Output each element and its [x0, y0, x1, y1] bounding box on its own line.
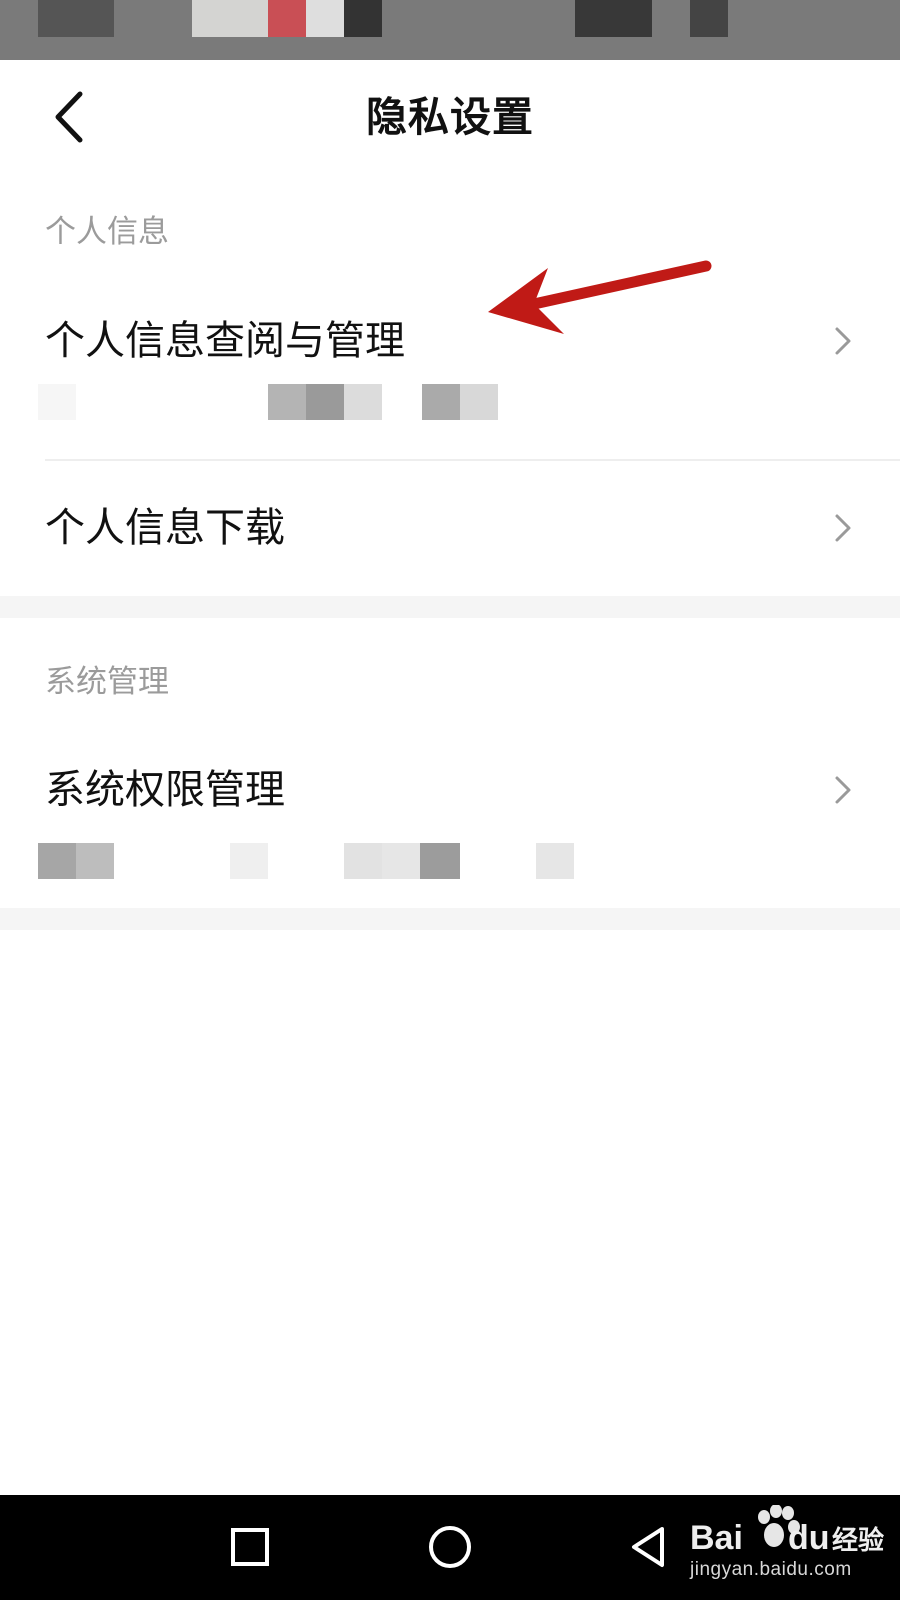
- redacted-block: [306, 384, 344, 420]
- home-button[interactable]: [420, 1517, 480, 1577]
- chevron-right-icon: [835, 776, 851, 804]
- redacted-block: [536, 843, 574, 879]
- chevron-right-icon: [835, 327, 851, 355]
- section-gap: [0, 908, 900, 930]
- redacted-block: [344, 384, 382, 420]
- watermark-url: jingyan.baidu.com: [690, 1559, 852, 1580]
- redacted-block: [38, 384, 76, 420]
- row-label: 个人信息查阅与管理: [45, 318, 405, 364]
- section-gap: [0, 596, 900, 618]
- status-blur-block: [38, 0, 114, 37]
- row-personal-info-view-manage[interactable]: 个人信息查阅与管理: [0, 290, 900, 460]
- section-label-personal-info: 个人信息: [45, 214, 169, 250]
- redacted-block: [382, 843, 420, 879]
- home-circle-icon: [429, 1526, 471, 1568]
- baidu-jingyan-watermark: Bai du 经验 jingyan.baidu.com: [690, 1504, 890, 1595]
- section-label-system-management: 系统管理: [45, 664, 169, 700]
- status-blur-block: [344, 0, 382, 37]
- redacted-block: [230, 843, 268, 879]
- back-nav-button[interactable]: [620, 1517, 680, 1577]
- status-blur-block: [690, 0, 728, 37]
- row-system-permission-management[interactable]: 系统权限管理: [0, 735, 900, 907]
- header: 隐私设置: [0, 60, 900, 174]
- svg-text:经验: 经验: [832, 1525, 884, 1556]
- row-personal-info-download[interactable]: 个人信息下载: [0, 461, 900, 596]
- redacted-block: [38, 843, 76, 879]
- recents-square-icon: [231, 1528, 269, 1566]
- redacted-block: [268, 384, 306, 420]
- row-label: 个人信息下载: [45, 505, 285, 551]
- status-blur-block: [268, 0, 306, 37]
- red-arrow-icon: [488, 260, 712, 334]
- redacted-block: [422, 384, 460, 420]
- svg-text:du: du: [788, 1519, 830, 1557]
- redacted-block: [76, 843, 114, 879]
- recents-button[interactable]: [220, 1517, 280, 1577]
- redacted-block: [460, 384, 498, 420]
- page-title: 隐私设置: [366, 93, 534, 141]
- row-label: 系统权限管理: [45, 767, 285, 813]
- status-blur-block: [306, 0, 344, 37]
- svg-text:Bai: Bai: [690, 1519, 743, 1557]
- redacted-block: [344, 843, 382, 879]
- back-triangle-icon: [632, 1527, 664, 1567]
- status-bar: [0, 0, 900, 60]
- redacted-block: [420, 843, 460, 879]
- chevron-right-icon: [835, 514, 851, 542]
- status-blur-block: [575, 0, 652, 37]
- status-blur-block: [192, 0, 268, 37]
- baidu-jingyan-logo: Bai du 经验: [690, 1504, 884, 1557]
